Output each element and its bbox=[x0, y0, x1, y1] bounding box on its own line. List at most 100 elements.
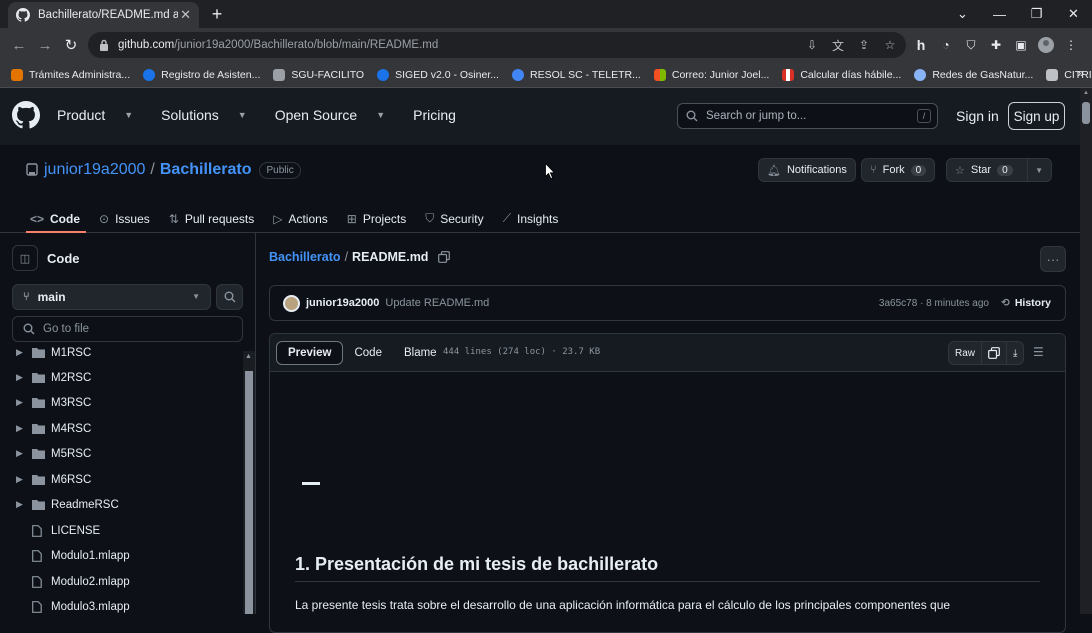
browser-tab-strip: Bachillerato/README.md at main ✕ + ⌄ — ❐… bbox=[0, 0, 1092, 28]
tree-folder[interactable]: ▶ M1RSC bbox=[0, 347, 241, 365]
bookmark-item[interactable]: Calcular días hábile... bbox=[782, 68, 901, 81]
outline-icon[interactable]: ☰ bbox=[1033, 345, 1044, 359]
blame-tab[interactable]: Blame bbox=[393, 341, 448, 365]
star-button[interactable]: ☆ Star 0 ▼ bbox=[946, 158, 1052, 182]
folder-icon bbox=[32, 397, 45, 408]
star-dropdown-icon[interactable]: ▼ bbox=[1027, 159, 1043, 181]
search-input[interactable]: Search or jump to... / bbox=[677, 103, 938, 129]
tree-folder[interactable]: ▶ ReadmeRSC bbox=[0, 492, 241, 517]
tab-security[interactable]: ⛉ Security bbox=[425, 205, 483, 232]
address-bar[interactable]: github.com/junior19a2000/Bachillerato/bl… bbox=[88, 32, 906, 58]
minimize-icon[interactable]: — bbox=[981, 0, 1018, 28]
fork-button[interactable]: ⑂ Fork 0 bbox=[861, 158, 936, 182]
download-icon[interactable]: ⤓ bbox=[1007, 342, 1023, 364]
restore-icon[interactable]: ❐ bbox=[1018, 0, 1055, 28]
file-icon bbox=[32, 549, 42, 562]
tab-insights[interactable]: ⟋ Insights bbox=[503, 205, 559, 232]
scroll-up-icon[interactable]: ▲ bbox=[245, 353, 252, 360]
bookmark-item[interactable]: CITRIX bbox=[1046, 68, 1092, 81]
sign-in-link[interactable]: Sign in bbox=[956, 108, 999, 124]
copy-raw-icon[interactable] bbox=[982, 342, 1008, 364]
search-placeholder: Search or jump to... bbox=[706, 110, 807, 122]
tree-folder[interactable]: ▶ M6RSC bbox=[0, 467, 241, 492]
branch-selector[interactable]: ⑂ main ▼ bbox=[12, 284, 211, 310]
tree-folder[interactable]: ▶ M5RSC bbox=[0, 441, 241, 466]
bookmark-favicon-icon bbox=[511, 68, 524, 81]
repo-name-link[interactable]: Bachillerato bbox=[160, 161, 252, 179]
commit-message[interactable]: Update README.md bbox=[385, 297, 489, 309]
repo-owner-link[interactable]: junior19a2000 bbox=[44, 161, 145, 179]
install-app-icon[interactable]: ⇩ bbox=[804, 37, 820, 53]
tree-scrollbar[interactable]: ▲ bbox=[243, 351, 255, 614]
extensions-puzzle-icon[interactable]: ✚ bbox=[987, 36, 1005, 54]
tab-issues[interactable]: ⊙ Issues bbox=[99, 205, 150, 232]
bookmark-item[interactable]: SGU-FACILITO bbox=[273, 68, 364, 81]
preview-tab[interactable]: Preview bbox=[276, 341, 344, 365]
notifications-button[interactable]: 🔔︎ Notifications bbox=[758, 158, 856, 182]
tab-close-icon[interactable]: ✕ bbox=[180, 7, 191, 23]
bookmark-item[interactable]: Redes de GasNatur... bbox=[914, 68, 1033, 81]
scroll-up-icon[interactable]: ▲ bbox=[1083, 90, 1089, 96]
raw-button[interactable]: Raw bbox=[949, 342, 983, 364]
tab-search-icon[interactable]: ⌄ bbox=[944, 0, 981, 28]
tree-file[interactable]: Modulo1.mlapp bbox=[0, 543, 241, 568]
sign-up-button[interactable]: Sign up bbox=[1008, 102, 1065, 130]
tree-folder[interactable]: ▶ M3RSC bbox=[0, 390, 241, 415]
bookmark-item[interactable]: RESOL SC - TELETR... bbox=[511, 68, 641, 81]
nav-pricing[interactable]: Pricing bbox=[413, 107, 470, 123]
github-logo-icon[interactable] bbox=[12, 101, 40, 129]
bookmark-star-icon[interactable]: ☆ bbox=[882, 37, 898, 53]
reload-icon[interactable]: ↻ bbox=[60, 34, 82, 56]
search-files-button[interactable] bbox=[216, 284, 243, 310]
commit-meta[interactable]: 3a65c78 · 8 minutes ago bbox=[879, 298, 989, 309]
forward-icon[interactable]: → bbox=[34, 34, 56, 56]
tree-scrollbar-thumb[interactable] bbox=[245, 371, 253, 614]
bookmark-favicon-icon bbox=[782, 68, 795, 81]
more-bookmarks-icon[interactable]: » bbox=[1077, 66, 1084, 80]
extension-icon[interactable]: ◔ bbox=[937, 36, 955, 54]
pull-request-icon: ⇅ bbox=[168, 211, 179, 226]
page-scrollbar[interactable]: ▲ bbox=[1080, 88, 1092, 614]
collapse-sidebar-icon[interactable]: ◫ bbox=[12, 245, 38, 271]
tab-code[interactable]: <> Code bbox=[25, 205, 87, 233]
nav-open-source[interactable]: Open Source ▼ bbox=[275, 107, 399, 123]
bell-icon: 🔔︎ bbox=[767, 164, 781, 177]
avatar[interactable] bbox=[283, 294, 300, 312]
tree-folder[interactable]: ▶ M2RSC bbox=[0, 365, 241, 390]
more-options-icon[interactable]: ··· bbox=[1040, 246, 1066, 272]
nav-solutions[interactable]: Solutions ▼ bbox=[161, 107, 261, 123]
browser-menu-icon[interactable]: ⋮ bbox=[1062, 36, 1080, 54]
tree-file[interactable]: LICENSE bbox=[0, 518, 241, 543]
tab-actions[interactable]: ▷ Actions bbox=[273, 205, 328, 232]
profile-avatar-icon[interactable] bbox=[1037, 36, 1055, 54]
back-icon[interactable]: ← bbox=[8, 34, 30, 56]
side-panel-icon[interactable]: ▣ bbox=[1012, 36, 1030, 54]
tab-projects[interactable]: ⊞ Projects bbox=[347, 205, 406, 232]
history-button[interactable]: ⟲ History bbox=[1001, 297, 1051, 309]
page-scrollbar-thumb[interactable] bbox=[1082, 102, 1090, 124]
browser-toolbar: ← → ↻ github.com/junior19a2000/Bachiller… bbox=[0, 28, 1092, 62]
bookmark-item[interactable]: SIGED v2.0 - Osiner... bbox=[377, 68, 499, 81]
bookmark-item[interactable]: Trámites Administra... bbox=[11, 68, 130, 81]
breadcrumb-repo-link[interactable]: Bachillerato bbox=[269, 250, 341, 264]
tree-folder[interactable]: ▶ M4RSC bbox=[0, 416, 241, 441]
issue-icon: ⊙ bbox=[99, 211, 110, 226]
tree-file[interactable]: Modulo2.mlapp bbox=[0, 569, 241, 594]
browser-tab[interactable]: Bachillerato/README.md at main ✕ bbox=[8, 2, 199, 28]
nav-product[interactable]: Product ▼ bbox=[57, 107, 147, 123]
share-icon[interactable]: ⇪ bbox=[856, 37, 872, 53]
tree-file[interactable]: Modulo3.mlapp bbox=[0, 594, 241, 614]
go-to-file-input[interactable]: Go to file bbox=[12, 316, 243, 342]
bookmark-item[interactable]: Correo: Junior Joel... bbox=[653, 68, 769, 81]
copy-path-icon[interactable] bbox=[438, 251, 451, 263]
bookmark-item[interactable]: Registro de Asisten... bbox=[143, 68, 260, 81]
window-close-icon[interactable]: ✕ bbox=[1055, 0, 1092, 28]
extension-h-icon[interactable]: h bbox=[912, 36, 930, 54]
commit-author[interactable]: junior19a2000 bbox=[306, 297, 379, 309]
code-view-tab[interactable]: Code bbox=[343, 341, 393, 365]
tab-pull-requests[interactable]: ⇅ Pull requests bbox=[169, 205, 254, 232]
extension-shield-icon[interactable]: ⛉ bbox=[962, 36, 980, 54]
lock-icon[interactable] bbox=[98, 39, 110, 51]
new-tab-icon[interactable]: + bbox=[207, 4, 227, 24]
translate-icon[interactable]: 文 bbox=[830, 37, 846, 53]
